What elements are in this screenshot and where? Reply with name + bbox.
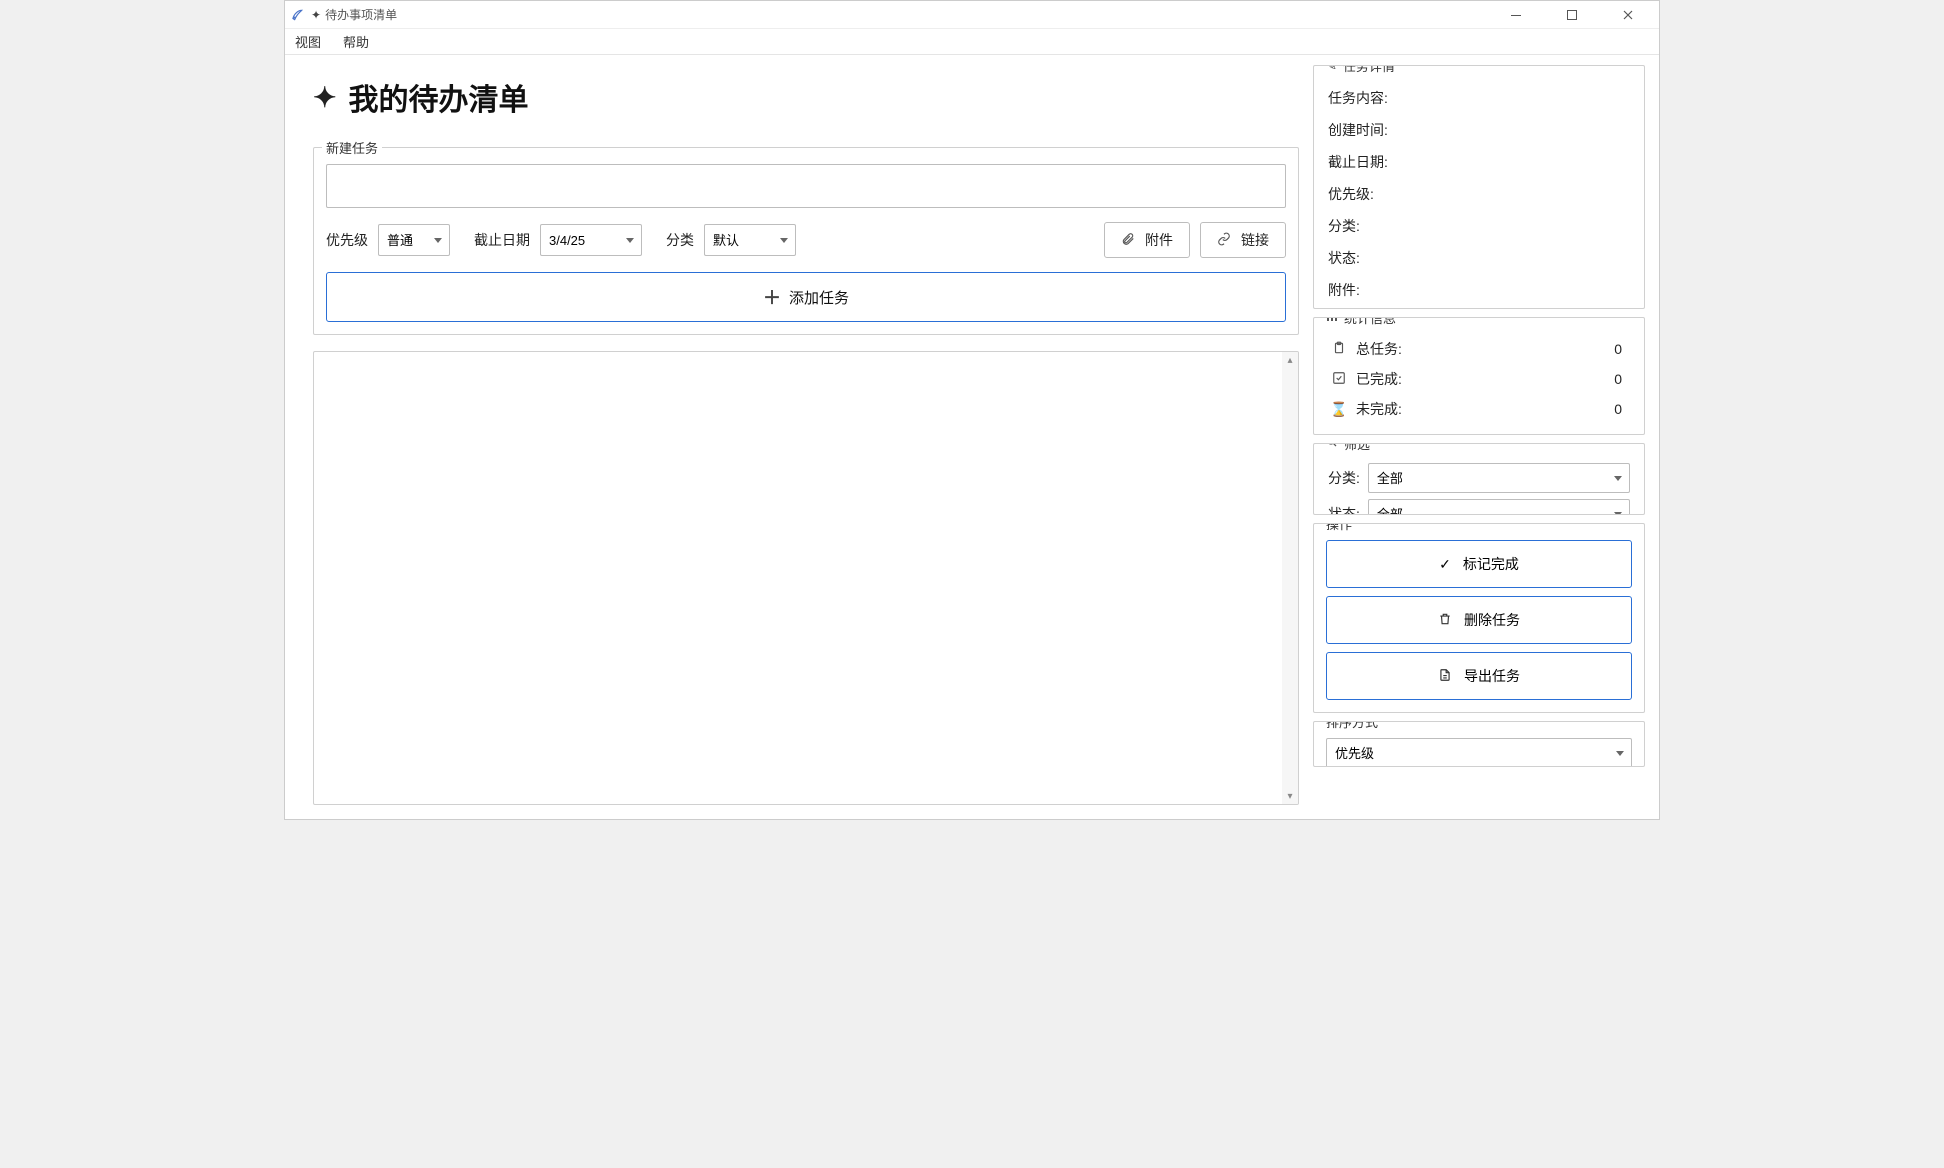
filter-category-label: 分类: bbox=[1328, 468, 1360, 488]
delete-task-label: 删除任务 bbox=[1464, 610, 1520, 630]
stat-undone-label: 未完成: bbox=[1356, 399, 1606, 419]
sparkle-large-icon: ✦ bbox=[313, 81, 336, 114]
app-feather-icon bbox=[289, 7, 305, 23]
menubar: 视图 帮助 bbox=[285, 29, 1659, 55]
new-task-group: 新建任务 优先级 普通 截止日期 3/4/25 bbox=[313, 147, 1299, 335]
window-title: 待办事项清单 bbox=[325, 6, 397, 23]
detail-content: 任务内容: bbox=[1326, 82, 1632, 114]
paperclip-icon bbox=[1121, 232, 1135, 249]
sort-select[interactable]: 优先级 bbox=[1326, 738, 1632, 767]
stats-legend: 统计信息 bbox=[1322, 317, 1400, 327]
stat-undone: ⌛ 未完成: 0 bbox=[1326, 394, 1632, 424]
stats-panel: 统计信息 总任务: 0 已完成: 0 ⌛ bbox=[1313, 317, 1645, 435]
menu-view[interactable]: 视图 bbox=[291, 30, 325, 53]
deadline-select[interactable]: 3/4/25 bbox=[540, 224, 642, 256]
main-area: ✦ 我的待办清单 新建任务 优先级 普通 截止日期 bbox=[285, 55, 1659, 819]
priority-select[interactable]: 普通 bbox=[378, 224, 450, 256]
window-minimize-button[interactable] bbox=[1493, 1, 1539, 29]
clipboard-icon bbox=[1330, 341, 1348, 358]
sort-panel: 排序方式 优先级 bbox=[1313, 721, 1645, 767]
export-tasks-button[interactable]: 导出任务 bbox=[1326, 652, 1632, 700]
category-select[interactable]: 默认 bbox=[704, 224, 796, 256]
link-label: 链接 bbox=[1241, 230, 1269, 250]
pencil-icon: ✎ bbox=[1326, 65, 1337, 74]
file-icon bbox=[1438, 668, 1452, 685]
add-task-button[interactable]: ＋ 添加任务 bbox=[326, 272, 1286, 322]
task-details-panel: ✎ 任务详情 任务内容: 创建时间: 截止日期: 优先级: 分类: 状态: 附件… bbox=[1313, 65, 1645, 309]
scroll-down-icon[interactable]: ▾ bbox=[1282, 788, 1298, 804]
detail-status: 状态: bbox=[1326, 242, 1632, 274]
detail-category: 分类: bbox=[1326, 210, 1632, 242]
task-details-legend: ✎ 任务详情 bbox=[1322, 65, 1399, 75]
stat-undone-value: 0 bbox=[1614, 401, 1628, 417]
task-list[interactable]: ▴ ▾ bbox=[313, 351, 1299, 805]
scroll-up-icon[interactable]: ▴ bbox=[1282, 352, 1298, 368]
detail-created: 创建时间: bbox=[1326, 114, 1632, 146]
stat-total-value: 0 bbox=[1614, 341, 1628, 357]
stat-done-value: 0 bbox=[1614, 371, 1628, 387]
detail-priority: 优先级: bbox=[1326, 178, 1632, 210]
attachment-button[interactable]: 附件 bbox=[1104, 222, 1190, 258]
window-maximize-button[interactable] bbox=[1549, 1, 1595, 29]
plus-icon: ＋ bbox=[763, 284, 781, 310]
titlebar: ✦ 待办事项清单 bbox=[285, 1, 1659, 29]
sparkle-icon: ✦ bbox=[311, 8, 321, 22]
magnifier-icon bbox=[1326, 443, 1338, 451]
right-column: ✎ 任务详情 任务内容: 创建时间: 截止日期: 优先级: 分类: 状态: 附件… bbox=[1313, 55, 1659, 819]
filter-status-label: 状态: bbox=[1328, 504, 1360, 515]
page-heading: ✦ 我的待办清单 bbox=[313, 75, 1299, 119]
detail-attachment: 附件: bbox=[1326, 274, 1632, 306]
trash-icon bbox=[1438, 612, 1452, 629]
stat-done: 已完成: 0 bbox=[1326, 364, 1632, 394]
sort-legend: 排序方式 bbox=[1322, 721, 1382, 731]
link-button[interactable]: 链接 bbox=[1200, 222, 1286, 258]
window-controls bbox=[1493, 1, 1655, 29]
left-column: ✦ 我的待办清单 新建任务 优先级 普通 截止日期 bbox=[285, 55, 1313, 819]
heading-text: 我的待办清单 bbox=[348, 75, 528, 119]
stat-total-label: 总任务: bbox=[1356, 339, 1606, 359]
filter-status-row: 状态: 全部 bbox=[1326, 496, 1632, 515]
check-icon: ✓ bbox=[1439, 556, 1451, 573]
operations-panel: 操作 ✓ 标记完成 删除任务 导出任务 bbox=[1313, 523, 1645, 713]
hourglass-icon: ⌛ bbox=[1330, 401, 1348, 418]
stat-done-label: 已完成: bbox=[1356, 369, 1606, 389]
operations-legend: 操作 bbox=[1322, 523, 1356, 533]
detail-deadline: 截止日期: bbox=[1326, 146, 1632, 178]
link-icon bbox=[1217, 232, 1231, 249]
chart-icon bbox=[1326, 317, 1338, 325]
category-label: 分类 bbox=[666, 230, 694, 250]
export-tasks-label: 导出任务 bbox=[1464, 666, 1520, 686]
window-close-button[interactable] bbox=[1605, 1, 1651, 29]
app-window: ✦ 待办事项清单 视图 帮助 ✦ 我的待办清单 新 bbox=[284, 0, 1660, 820]
filter-status-select[interactable]: 全部 bbox=[1368, 499, 1630, 515]
delete-task-button[interactable]: 删除任务 bbox=[1326, 596, 1632, 644]
deadline-label: 截止日期 bbox=[474, 230, 530, 250]
priority-label: 优先级 bbox=[326, 230, 368, 250]
attachment-label: 附件 bbox=[1145, 230, 1173, 250]
filter-legend: 筛选 bbox=[1322, 443, 1374, 453]
task-list-scrollbar[interactable]: ▴ ▾ bbox=[1282, 352, 1298, 804]
check-square-icon bbox=[1330, 371, 1348, 388]
mark-complete-button[interactable]: ✓ 标记完成 bbox=[1326, 540, 1632, 588]
filter-category-row: 分类: 全部 bbox=[1326, 460, 1632, 496]
mark-complete-label: 标记完成 bbox=[1463, 554, 1519, 574]
add-task-label: 添加任务 bbox=[789, 287, 849, 308]
filter-category-select[interactable]: 全部 bbox=[1368, 463, 1630, 493]
new-task-options-row: 优先级 普通 截止日期 3/4/25 分类 bbox=[326, 222, 1286, 258]
filter-panel: 筛选 分类: 全部 状态: 全部 bbox=[1313, 443, 1645, 515]
menu-help[interactable]: 帮助 bbox=[339, 30, 373, 53]
new-task-legend: 新建任务 bbox=[322, 138, 382, 157]
task-input[interactable] bbox=[326, 164, 1286, 208]
stat-total: 总任务: 0 bbox=[1326, 334, 1632, 364]
